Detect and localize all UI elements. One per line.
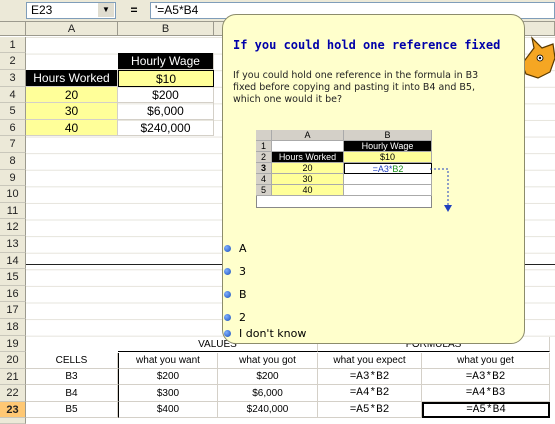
row-header-24[interactable] [0, 418, 26, 424]
mini-cell-a1 [272, 141, 344, 152]
row-header-1[interactable]: 1 [0, 37, 26, 53]
row-header-12[interactable]: 12 [0, 219, 26, 236]
choice-label: 2 [239, 310, 246, 324]
table-row-cell[interactable]: =A3*B2 [422, 369, 550, 385]
radio-bullet-icon[interactable] [224, 313, 231, 321]
mini-cell-b2: $10 [344, 152, 432, 163]
col-header-get: what you get [422, 353, 550, 369]
mini-corner [256, 130, 272, 141]
choice-label: 3 [239, 264, 246, 278]
row-header-6[interactable]: 6 [0, 120, 26, 136]
row-header-22[interactable]: 22 [0, 385, 26, 402]
table-row-cell[interactable]: B4 [26, 385, 118, 402]
row-header-17[interactable]: 17 [0, 302, 26, 319]
mini-formula-ref-b2: B2 [392, 163, 404, 174]
mini-formula-ref-a3: =A3* [372, 163, 393, 174]
cell-b4[interactable]: $6,000 [118, 103, 214, 120]
col-header-cells: CELLS [26, 353, 118, 369]
column-header-a[interactable]: A [26, 22, 118, 36]
row-header-20[interactable]: 20 [0, 352, 26, 369]
col-header-want: what you want [118, 353, 218, 369]
cell-b1[interactable]: Hourly Wage [118, 53, 214, 70]
choice-a[interactable]: A [224, 239, 424, 257]
table-row-cell[interactable]: B5 [26, 402, 118, 418]
cell-a4[interactable]: 30 [26, 103, 118, 120]
radio-bullet-icon[interactable] [224, 329, 231, 337]
table-row-cell[interactable]: =A4*B2 [318, 385, 422, 402]
col-header-got: what you got [218, 353, 318, 369]
mini-cell-a4: 30 [272, 174, 344, 185]
name-box-dropdown-icon[interactable]: ▼ [98, 3, 114, 17]
table-row-cell[interactable]: $200 [118, 369, 218, 385]
row-header-9[interactable]: 9 [0, 170, 26, 186]
table-row-cell[interactable]: $400 [118, 402, 218, 418]
row-header-15[interactable]: 15 [0, 269, 26, 286]
row-header-16[interactable]: 16 [0, 286, 26, 302]
mini-row-3: 3 [256, 163, 272, 174]
row-header-8[interactable]: 8 [0, 153, 26, 170]
mini-cell-a2: Hours Worked [272, 152, 344, 163]
table-row-cell[interactable]: $240,000 [218, 402, 318, 418]
mini-cell-b4 [344, 174, 432, 185]
column-header-b[interactable]: B [118, 22, 214, 36]
radio-bullet-icon[interactable] [224, 267, 231, 275]
question-body: If you could hold one reference in the f… [233, 70, 479, 105]
row-header-7[interactable]: 7 [0, 136, 26, 153]
table-row-cell[interactable]: =A5*B2 [318, 402, 422, 418]
mini-col-a: A [272, 130, 344, 141]
copy-arrow-icon [430, 168, 452, 212]
active-cell-e23[interactable]: =A5*B4 [422, 402, 550, 418]
row-header-19[interactable]: 19 [0, 336, 26, 352]
row-header-14[interactable]: 14 [0, 253, 26, 269]
row-header-2[interactable]: 2 [0, 53, 26, 70]
mini-cell-b5 [344, 185, 432, 196]
row-header-23[interactable]: 23 [0, 402, 26, 418]
formula-equals-icon: = [130, 3, 138, 17]
table-row-cell[interactable]: $300 [118, 385, 218, 402]
radio-bullet-icon[interactable] [224, 244, 231, 252]
row-header-18[interactable]: 18 [0, 319, 26, 336]
choice-3[interactable]: 3 [224, 262, 424, 280]
mini-row-1: 1 [256, 141, 272, 152]
cell-a3[interactable]: 20 [26, 87, 118, 103]
table-row-cell[interactable]: B3 [26, 369, 118, 385]
table-row-cell[interactable]: $200 [218, 369, 318, 385]
cell-b5[interactable]: $240,000 [118, 120, 214, 136]
mini-row-2: 2 [256, 152, 272, 163]
row-header-21[interactable]: 21 [0, 369, 26, 385]
mini-row-5: 5 [256, 185, 272, 196]
table-row-cell[interactable]: $6,000 [218, 385, 318, 402]
choice-dont-know[interactable]: I don't know [224, 324, 424, 342]
mini-cell-b1: Hourly Wage [344, 141, 432, 152]
choice-label: I don't know [239, 326, 307, 340]
choice-b[interactable]: B [224, 285, 424, 303]
mini-col-b: B [344, 130, 432, 141]
mini-cell-b3-formula: =A3* B2 [344, 163, 432, 174]
table-row-cell[interactable]: =A3*B2 [318, 369, 422, 385]
row-header-4[interactable]: 4 [0, 87, 26, 103]
cell-a2[interactable]: Hours Worked [26, 70, 118, 87]
col-header-expect: what you expect [318, 353, 422, 369]
mini-row-4: 4 [256, 174, 272, 185]
mini-cell-a3: 20 [272, 163, 344, 174]
row-header-11[interactable]: 11 [0, 203, 26, 219]
row-header-13[interactable]: 13 [0, 236, 26, 253]
cell-b2[interactable]: $10 [118, 70, 214, 87]
question-title: If you could hold one reference fixed [233, 38, 501, 52]
radio-bullet-icon[interactable] [224, 290, 231, 298]
cell-b3[interactable]: $200 [118, 87, 214, 103]
row-header-3[interactable]: 3 [0, 70, 26, 87]
cell-a5[interactable]: 40 [26, 120, 118, 136]
table-row-cell[interactable]: =A4*B3 [422, 385, 550, 402]
choice-label: A [239, 241, 247, 255]
choice-label: B [239, 287, 247, 301]
mini-cell-a5: 40 [272, 185, 344, 196]
select-all-corner[interactable] [0, 22, 26, 36]
row-header-5[interactable]: 5 [0, 103, 26, 120]
row-header-10[interactable]: 10 [0, 186, 26, 203]
